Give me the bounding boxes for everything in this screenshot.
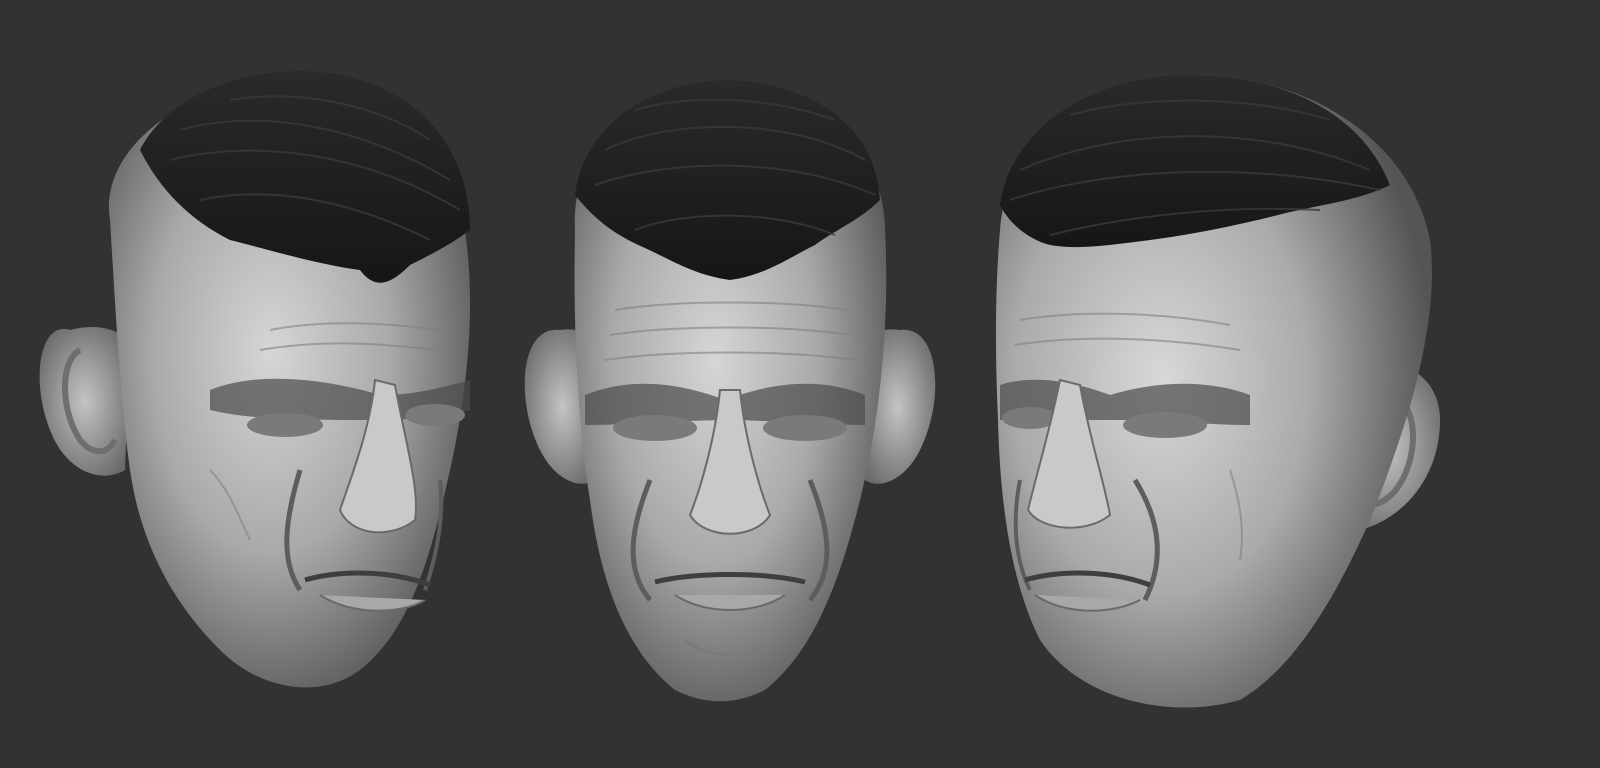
sculpted-head-three-quarter-left-icon [30, 0, 470, 768]
sculpted-head-front-icon [515, 0, 945, 768]
viewport-canvas [0, 0, 1600, 768]
sculpted-head-three-quarter-right-icon [990, 0, 1450, 768]
